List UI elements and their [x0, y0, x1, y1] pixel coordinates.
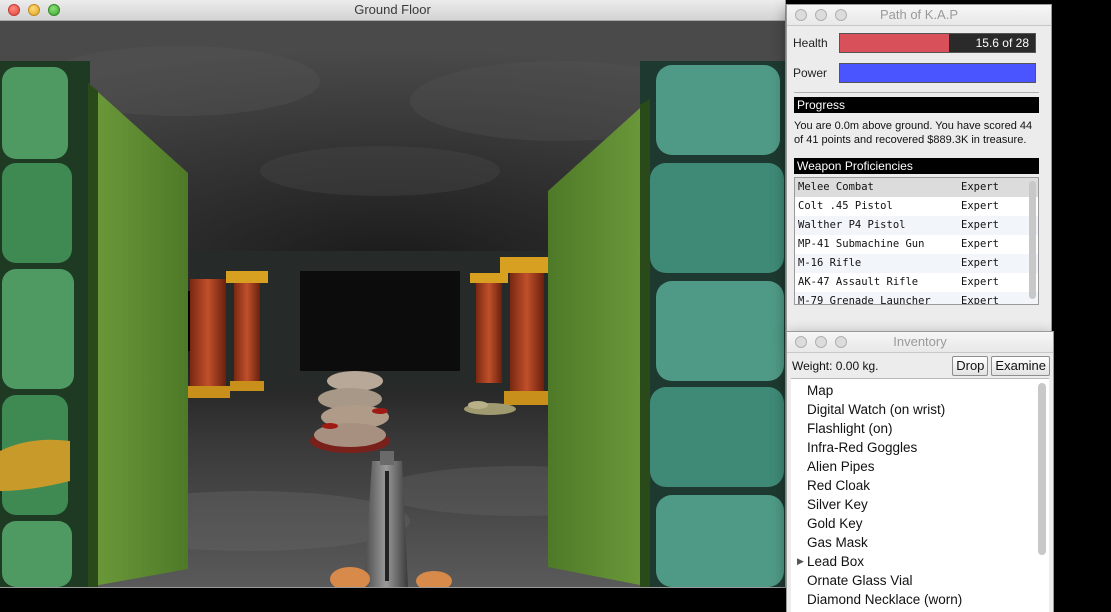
- health-label: Health: [793, 36, 828, 50]
- inventory-weight: Weight: 0.00 kg.: [792, 358, 879, 373]
- inventory-item[interactable]: Map: [791, 381, 1049, 400]
- inventory-window-titlebar[interactable]: Inventory: [787, 332, 1053, 353]
- health-bar: 15.6 of 28: [839, 33, 1036, 53]
- power-label: Power: [793, 66, 828, 80]
- inventory-toolbar: Weight: 0.00 kg. Drop Examine: [787, 353, 1053, 378]
- divider: [794, 92, 1039, 93]
- inventory-item-label: Red Cloak: [807, 478, 871, 493]
- inventory-window-controls: [795, 336, 847, 348]
- inventory-item[interactable]: Gold Key: [791, 514, 1049, 533]
- inventory-item[interactable]: Gas Mask: [791, 533, 1049, 552]
- proficiency-row[interactable]: Colt .45 Pistol Expert: [795, 197, 1038, 216]
- inventory-item[interactable]: Digital Watch (on wrist): [791, 400, 1049, 419]
- proficiency-level: Expert: [961, 219, 999, 231]
- examine-button[interactable]: Examine: [991, 355, 1050, 376]
- power-bar-fill: [840, 64, 1035, 82]
- proficiency-level: Expert: [961, 200, 999, 212]
- proficiency-row[interactable]: Walther P4 Pistol Expert: [795, 216, 1038, 235]
- inventory-minimize-button[interactable]: [815, 336, 827, 348]
- inventory-scrollbar[interactable]: [1038, 383, 1046, 555]
- stats-zoom-button[interactable]: [835, 9, 847, 21]
- health-bar-fill: [840, 34, 949, 52]
- game-window-titlebar[interactable]: Ground Floor: [0, 0, 785, 21]
- left-stone-wall: [0, 61, 90, 587]
- proficiency-level: Expert: [961, 276, 999, 288]
- inventory-item-label: Gold Key: [807, 516, 863, 531]
- proficiency-row[interactable]: M-16 Rifle Expert: [795, 254, 1038, 273]
- drop-button[interactable]: Drop: [952, 355, 989, 376]
- proficiencies-rows: Melee Combat Expert Colt .45 Pistol Expert W…: [795, 178, 1038, 305]
- health-row: Health 15.6 of 28: [787, 28, 1051, 58]
- proficiency-row[interactable]: M-79 Grenade Launcher Expert: [795, 292, 1038, 305]
- inventory-item-label: Ornate Glass Vial: [807, 573, 913, 588]
- dungeon-scene: [0, 21, 785, 587]
- corridor-darkness: [300, 271, 460, 371]
- game-viewport[interactable]: [0, 21, 785, 587]
- inventory-item[interactable]: ▶ Lead Box: [791, 552, 1049, 571]
- proficiency-weapon: M-16 Rifle: [798, 257, 862, 269]
- health-value: 15.6 of 28: [975, 36, 1029, 50]
- power-row: Power: [787, 58, 1051, 88]
- stats-minimize-button[interactable]: [815, 9, 827, 21]
- inventory-item-label: Diamond Necklace (worn): [807, 592, 963, 607]
- inventory-item[interactable]: Ornate Glass Vial: [791, 571, 1049, 590]
- proficiencies-table[interactable]: Melee Combat Expert Colt .45 Pistol Expert W…: [794, 177, 1039, 305]
- inventory-item-label: Flashlight (on): [807, 421, 893, 436]
- inventory-items: Map Digital Watch (on wrist) Flashlight (o…: [791, 379, 1049, 609]
- inventory-item-label: Map: [807, 383, 834, 398]
- minimize-button[interactable]: [28, 4, 40, 16]
- window-controls: [8, 4, 60, 16]
- inventory-item[interactable]: Silver Key: [791, 495, 1049, 514]
- progress-heading: Progress: [794, 97, 1039, 113]
- proficiency-weapon: Colt .45 Pistol: [798, 200, 893, 212]
- inventory-item-label: Silver Key: [807, 497, 868, 512]
- proficiency-level: Expert: [961, 181, 999, 193]
- proficiency-weapon: Melee Combat: [798, 181, 874, 193]
- inventory-list[interactable]: Map Digital Watch (on wrist) Flashlight (o…: [791, 378, 1049, 612]
- inventory-item[interactable]: Infra-Red Goggles: [791, 438, 1049, 457]
- proficiency-weapon: AK-47 Assault Rifle: [798, 276, 919, 288]
- proficiencies-scrollbar[interactable]: [1029, 181, 1036, 299]
- game-window-title: Ground Floor: [354, 2, 431, 17]
- proficiency-weapon: MP-41 Submachine Gun: [798, 238, 925, 250]
- inventory-window: Inventory Weight: 0.00 kg. Drop Examine …: [787, 332, 1053, 612]
- close-button[interactable]: [8, 4, 20, 16]
- proficiencies-heading: Weapon Proficiencies: [794, 158, 1039, 174]
- inventory-item-label: Gas Mask: [807, 535, 868, 550]
- proficiency-level: Expert: [961, 295, 999, 305]
- pillar-left-front: [186, 279, 230, 398]
- inventory-window-title: Inventory: [893, 334, 947, 349]
- stats-window-titlebar[interactable]: Path of K.A.P: [787, 5, 1051, 26]
- proficiency-row[interactable]: Melee Combat Expert: [795, 178, 1038, 197]
- right-stone-wall: [640, 61, 785, 587]
- proficiency-level: Expert: [961, 238, 999, 250]
- proficiency-weapon: M-79 Grenade Launcher: [798, 295, 931, 305]
- inventory-item[interactable]: Red Cloak: [791, 476, 1049, 495]
- progress-text: You are 0.0m above ground. You have scor…: [794, 120, 1033, 146]
- inventory-close-button[interactable]: [795, 336, 807, 348]
- proficiency-level: Expert: [961, 257, 999, 269]
- disclosure-triangle-icon[interactable]: ▶: [797, 552, 804, 571]
- zoom-button[interactable]: [48, 4, 60, 16]
- inventory-item[interactable]: Diamond Necklace (worn): [791, 590, 1049, 609]
- proficiency-row[interactable]: AK-47 Assault Rifle Expert: [795, 273, 1038, 292]
- proficiency-row[interactable]: MP-41 Submachine Gun Expert: [795, 235, 1038, 254]
- inventory-item-label: Digital Watch (on wrist): [807, 402, 946, 417]
- inventory-item-label: Alien Pipes: [807, 459, 875, 474]
- inventory-item-label: Infra-Red Goggles: [807, 440, 918, 455]
- stats-window-title: Path of K.A.P: [879, 7, 959, 22]
- stats-window-controls: [795, 9, 847, 21]
- inventory-item[interactable]: Flashlight (on): [791, 419, 1049, 438]
- game-window: Ground Floor: [0, 0, 785, 587]
- inventory-item[interactable]: Alien Pipes: [791, 457, 1049, 476]
- inventory-item-label: Lead Box: [807, 554, 865, 569]
- power-bar: [839, 63, 1036, 83]
- proficiency-weapon: Walther P4 Pistol: [798, 219, 906, 231]
- stats-window: Path of K.A.P Health 15.6 of 28 Power Pr…: [787, 5, 1051, 335]
- inventory-zoom-button[interactable]: [835, 336, 847, 348]
- stats-close-button[interactable]: [795, 9, 807, 21]
